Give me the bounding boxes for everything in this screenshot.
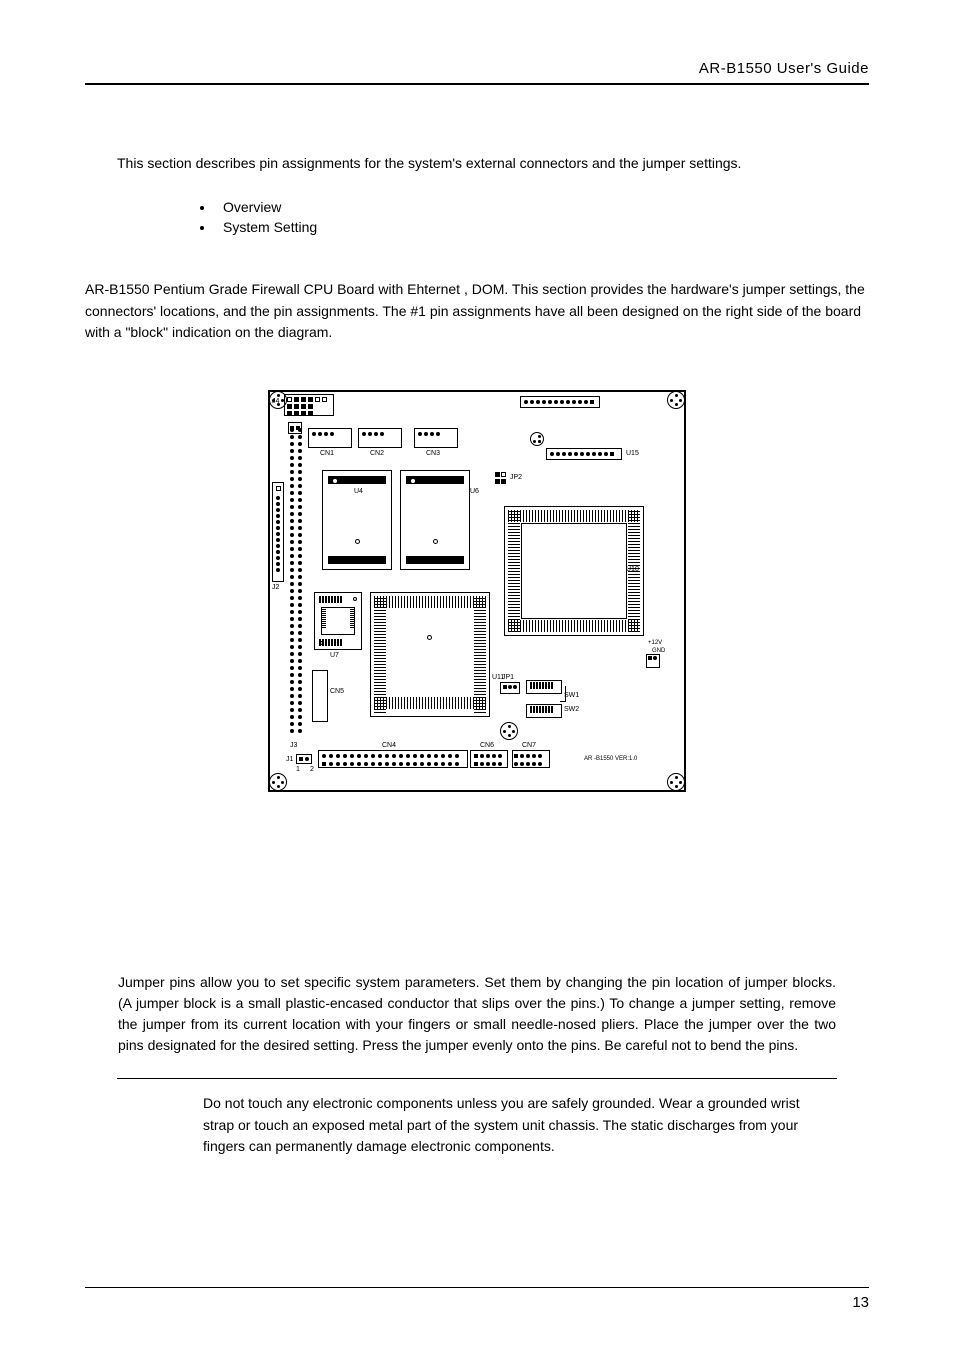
label-j1b: 2: [310, 766, 314, 773]
page: AR-B1550 User's Guide This section descr…: [0, 0, 954, 1351]
section-intro: This section describes pin assignments f…: [117, 155, 837, 171]
label-u4: U4: [354, 488, 363, 495]
label-cn6: CN6: [480, 742, 494, 749]
header-title: AR-B1550 User's Guide: [85, 60, 869, 85]
bullet-system-setting: System Setting: [215, 219, 869, 235]
label-j4: J4: [272, 398, 279, 405]
label-j1a: 1: [296, 766, 300, 773]
page-footer: 13: [85, 1287, 869, 1311]
label-sw2: SW2: [564, 706, 579, 713]
label-cn4: CN4: [382, 742, 396, 749]
label-u7: U7: [330, 652, 339, 659]
label-jp2: JP2: [510, 474, 522, 481]
caution-separator: [117, 1078, 837, 1079]
board-diagram-wrap: J4 CN1 CN2 CN3: [85, 390, 869, 792]
label-sw1: SW1: [564, 692, 579, 699]
label-cn5: CN5: [330, 688, 344, 695]
label-plus12v: +12V: [648, 640, 662, 646]
label-u6: U6: [470, 488, 479, 495]
label-cn2: CN2: [370, 450, 384, 457]
label-cn7: CN7: [522, 742, 536, 749]
label-gnd: GND: [652, 648, 665, 654]
jumper-text: Jumper pins allow you to set specific sy…: [118, 972, 836, 1056]
label-j1: J1: [286, 756, 293, 763]
label-jp1: JP1: [502, 674, 514, 681]
label-board-version: AR -B1550 VER:1.0: [584, 756, 637, 762]
overview-intro: AR-B1550 Pentium Grade Firewall CPU Boar…: [85, 279, 869, 344]
board-diagram: J4 CN1 CN2 CN3: [268, 390, 686, 792]
label-u15: U15: [626, 450, 639, 457]
bullet-list: Overview System Setting: [215, 199, 869, 235]
label-cn1: CN1: [320, 450, 334, 457]
caution-text: Do not touch any electronic components u…: [203, 1093, 829, 1158]
label-j3: J3: [290, 742, 297, 749]
label-j2: J2: [272, 584, 279, 591]
page-number: 13: [852, 1294, 869, 1311]
label-cn3: CN3: [426, 450, 440, 457]
bullet-overview: Overview: [215, 199, 869, 215]
